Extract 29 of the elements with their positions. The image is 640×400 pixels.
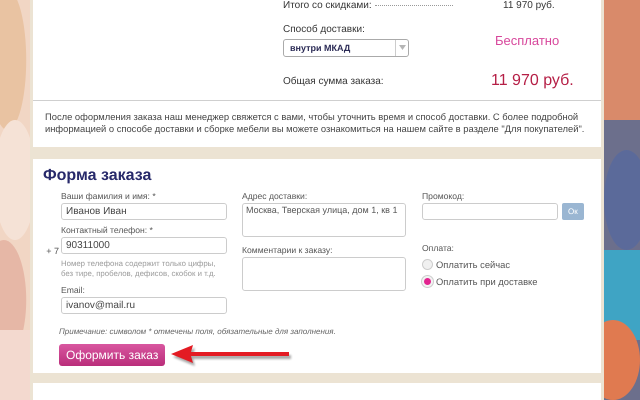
summary-label: Способ доставки: — [283, 24, 366, 34]
field-label: Комментарии к заказу: — [242, 245, 334, 255]
summary-label: Общая сумма заказа: — [283, 76, 385, 86]
field-label: Email: — [61, 285, 86, 295]
input-field[interactable]: 90311000 — [61, 237, 227, 254]
field-label: Ваши фамилия и имя: * — [61, 191, 157, 201]
delivery-price: Бесплатно — [494, 32, 560, 48]
input-field[interactable] — [422, 203, 558, 220]
field-label: Промокод: — [422, 191, 466, 201]
form-note: Примечание: символом * отмечены поля, обязательные для заполнения. — [59, 327, 337, 336]
form-title: Форма заказа — [43, 167, 152, 185]
info-text: После оформления заказа наш менеджер свяжется с вами, чтобы уточнить время и способ доставки. С более подробной информацией о способе доставки и сборке мебели вы можете ознакомиться на нашем сайте в разделе "Для покупателей". — [45, 111, 586, 135]
summary-value: 11 970 руб. — [502, 0, 556, 10]
address-field[interactable]: Москва, Тверская улица, дом 1, кв 1 — [242, 203, 406, 237]
field-label: Оплата: — [422, 243, 455, 253]
submit-button[interactable]: Оформить заказ — [59, 344, 166, 366]
input-field[interactable]: Иванов Иван — [61, 203, 227, 220]
input-field[interactable]: ivanov@mail.ru — [61, 297, 227, 314]
radio-button[interactable] — [422, 259, 433, 270]
phone-prefix: + 7 — [46, 246, 59, 256]
delivery-dropdown[interactable]: внутри МКАД — [283, 38, 409, 56]
order-total: 11 970 руб. — [490, 72, 575, 90]
comment-field[interactable] — [242, 257, 406, 291]
caret-icon — [398, 45, 406, 50]
radio-label[interactable]: Оплатить сейчас — [436, 259, 510, 270]
radio-label[interactable]: Оплатить при доставке — [436, 276, 538, 287]
field-label: Адрес доставки: — [242, 191, 308, 201]
summary-label: Итого со скидками: — [283, 0, 372, 10]
field-label: Контактный телефон: * — [61, 225, 154, 235]
